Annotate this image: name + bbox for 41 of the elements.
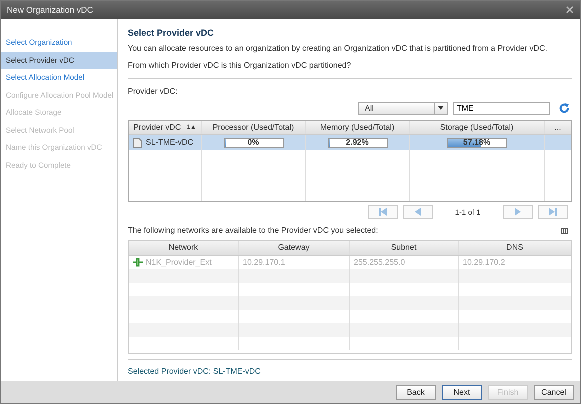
dialog-button[interactable]: Next	[442, 384, 482, 400]
dialog-button[interactable]: Cancel	[534, 384, 574, 400]
column-header[interactable]: DNS	[459, 241, 571, 254]
networks-caption: The following networks are available to the Provider vDC you selected:	[128, 226, 378, 235]
table-cell: SL-TME-vDC	[146, 138, 194, 147]
table-cell: 10.29.170.1	[243, 258, 286, 267]
refresh-icon[interactable]	[559, 102, 570, 114]
table-cell: N1K_Provider_Ext	[146, 258, 212, 267]
search-field[interactable]: TME	[453, 102, 550, 114]
first-page-icon	[379, 208, 387, 216]
window-title: New Organization vDC	[7, 5, 94, 15]
columns-icon[interactable]	[561, 228, 568, 234]
column-header[interactable]: Network	[129, 241, 239, 254]
page-heading: Select Provider vDC	[128, 28, 216, 38]
document-icon	[133, 138, 142, 148]
selection-summary: Selected Provider vDC: SL-TME-vDC	[128, 359, 572, 376]
previous-page-button[interactable]	[403, 205, 433, 219]
column-header[interactable]: Gateway	[239, 241, 350, 254]
scope-dropdown[interactable]: All	[358, 102, 448, 114]
field-label: Provider vDC:	[128, 87, 179, 96]
description-text: You can allocate resources to an organization by creating an Organization vDC that is partitioned from a Provider vDC.	[128, 44, 548, 53]
first-page-button[interactable]	[368, 205, 398, 219]
column-header[interactable]: Processor (Used/Total)	[202, 121, 306, 134]
table-cell: 10.29.170.2	[463, 258, 506, 267]
last-page-button[interactable]	[538, 205, 568, 219]
column-header[interactable]: Subnet	[350, 241, 459, 254]
last-page-icon	[549, 208, 557, 216]
next-icon	[515, 208, 521, 216]
network-icon	[133, 258, 143, 267]
column-header[interactable]: Storage (Used/Total)	[410, 121, 545, 134]
question-text: From which Provider vDC is this Organization vDC partitioned?	[128, 61, 572, 79]
dialog-button[interactable]: Back	[396, 384, 436, 400]
column-header[interactable]: Memory (Used/Total)	[306, 121, 410, 134]
close-icon[interactable]	[566, 6, 574, 14]
caret-icon	[438, 106, 444, 110]
meter-reading: 0%	[248, 138, 260, 147]
column-header[interactable]: ...	[545, 121, 571, 134]
meter-reading: 2.92%	[346, 138, 369, 147]
next-page-button[interactable]	[503, 205, 533, 219]
table-cell: 255.255.255.0	[354, 258, 406, 267]
previous-icon	[415, 208, 421, 216]
